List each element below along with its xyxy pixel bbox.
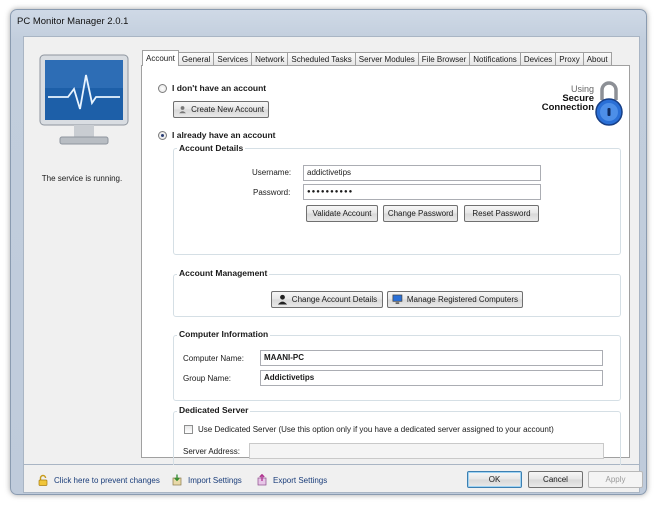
client-area: The service is running. Account General …: [23, 36, 640, 471]
cancel-button[interactable]: Cancel: [528, 471, 583, 488]
username-field[interactable]: addictivetips: [303, 165, 541, 181]
window-title: PC Monitor Manager 2.0.1: [17, 16, 129, 27]
prevent-changes-label: Click here to prevent changes: [54, 475, 160, 485]
manage-registered-computers-label: Manage Registered Computers: [406, 295, 518, 304]
tab-scheduled-tasks[interactable]: Scheduled Tasks: [287, 52, 356, 66]
export-settings-label: Export Settings: [273, 475, 328, 485]
dedicated-server-group: [173, 411, 621, 471]
manage-registered-computers-button[interactable]: Manage Registered Computers: [387, 291, 523, 308]
computer-information-group: [173, 335, 621, 401]
no-account-option[interactable]: I don't have an account: [158, 83, 266, 93]
no-account-radio[interactable]: [158, 83, 167, 93]
tab-network[interactable]: Network: [251, 52, 289, 66]
ok-label: OK: [488, 475, 501, 484]
dedicated-server-title: Dedicated Server: [177, 405, 251, 415]
computer-icon: [392, 294, 403, 305]
computer-name-label: Computer Name:: [183, 354, 244, 363]
password-label: Password:: [253, 188, 291, 197]
no-account-label: I don't have an account: [172, 83, 267, 93]
export-settings-link[interactable]: Export Settings: [256, 474, 327, 486]
service-status-text: The service is running.: [41, 174, 123, 183]
person-icon: [277, 294, 287, 305]
tab-general[interactable]: General: [177, 52, 215, 66]
computer-name-field[interactable]: MAANI-PC: [260, 350, 603, 366]
have-account-label: I already have an account: [172, 130, 276, 140]
have-account-option[interactable]: I already have an account: [158, 130, 275, 140]
group-name-field[interactable]: Addictivetips: [260, 370, 603, 386]
password-field[interactable]: ●●●●●●●●●●: [303, 184, 541, 200]
tab-strip: Account General Services Network Schedul…: [142, 50, 612, 66]
validate-account-button[interactable]: Validate Account: [306, 205, 378, 222]
tab-file-browser[interactable]: File Browser: [417, 52, 471, 66]
account-tab-panel: I don't have an account Create New Accou…: [141, 65, 630, 471]
create-account-label: Create New Account: [191, 105, 264, 114]
footer-bar: Click here to prevent changes Import Set…: [23, 465, 643, 493]
import-settings-link[interactable]: Import Settings: [171, 474, 242, 486]
reset-password-button[interactable]: Reset Password: [464, 205, 539, 222]
server-address-field[interactable]: [249, 443, 604, 459]
change-password-label: Change Password: [387, 209, 454, 218]
change-account-details-button[interactable]: Change Account Details: [271, 291, 383, 308]
account-management-title: Account Management: [177, 268, 270, 278]
change-password-button[interactable]: Change Password: [383, 205, 458, 222]
tab-notifications[interactable]: Notifications: [469, 52, 521, 66]
tab-about[interactable]: About: [582, 52, 612, 66]
tab-account[interactable]: Account: [142, 50, 179, 66]
tab-server-modules[interactable]: Server Modules: [354, 52, 419, 66]
import-settings-label: Import Settings: [188, 475, 242, 485]
computer-information-title: Computer Information: [177, 329, 271, 339]
main-window: PC Monitor Manager 2.0.1 The service is …: [10, 9, 647, 495]
cancel-label: Cancel: [543, 475, 568, 484]
username-label: Username:: [252, 168, 292, 177]
have-account-radio[interactable]: [158, 130, 167, 140]
ok-button[interactable]: OK: [467, 471, 522, 488]
account-details-title: Account Details: [177, 143, 246, 153]
group-name-label: Group Name:: [183, 374, 232, 383]
secure-line2-text: Connection: [541, 102, 594, 113]
export-icon: [257, 474, 267, 486]
user-icon: [179, 106, 186, 114]
reset-password-label: Reset Password: [472, 209, 531, 218]
apply-button[interactable]: Apply: [588, 471, 643, 488]
tab-proxy[interactable]: Proxy: [555, 52, 584, 66]
dedicated-server-checkbox[interactable]: [184, 425, 193, 434]
secure-connection-text: Using Secure Connection: [541, 85, 594, 113]
prevent-changes-link[interactable]: Click here to prevent changes: [37, 474, 160, 486]
create-account-button[interactable]: Create New Account: [173, 101, 269, 118]
apply-label: Apply: [605, 475, 626, 484]
padlock-icon: [595, 81, 623, 126]
dedicated-server-checkbox-label[interactable]: Use Dedicated Server (Use this option on…: [198, 425, 554, 434]
validate-account-label: Validate Account: [312, 209, 372, 218]
secure-connection-badge: Using Secure Connection: [522, 78, 624, 130]
tab-services[interactable]: Services: [213, 52, 253, 66]
monitor-icon: [39, 54, 129, 145]
change-account-details-label: Change Account Details: [291, 295, 378, 304]
lock-icon: [38, 474, 48, 486]
import-icon: [172, 474, 182, 486]
server-address-label: Server Address:: [183, 447, 240, 456]
tab-devices[interactable]: Devices: [519, 52, 557, 66]
